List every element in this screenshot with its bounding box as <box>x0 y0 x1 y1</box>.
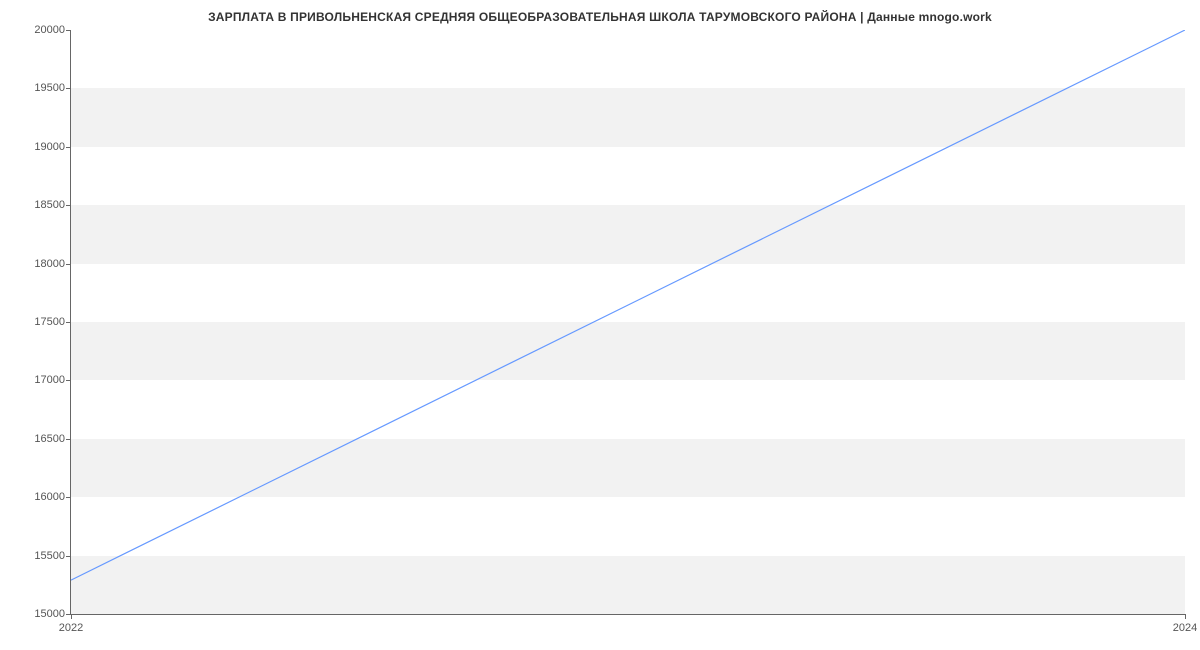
plot-bounds: 1500015500160001650017000175001800018500… <box>70 30 1185 615</box>
x-tick-mark <box>71 614 72 619</box>
y-tick-label: 16000 <box>34 491 65 503</box>
y-tick-mark <box>66 88 71 89</box>
y-tick-label: 20000 <box>34 24 65 36</box>
y-tick-mark <box>66 322 71 323</box>
y-tick-label: 17000 <box>34 374 65 386</box>
y-tick-mark <box>66 264 71 265</box>
y-tick-mark <box>66 556 71 557</box>
x-tick-label: 2024 <box>1173 622 1197 634</box>
chart-plot-area: 1500015500160001650017000175001800018500… <box>70 30 1185 615</box>
y-tick-label: 17500 <box>34 316 65 328</box>
chart-title: ЗАРПЛАТА В ПРИВОЛЬНЕНСКАЯ СРЕДНЯЯ ОБЩЕОБ… <box>0 0 1200 24</box>
line-series <box>71 30 1185 614</box>
y-tick-label: 16500 <box>34 433 65 445</box>
x-tick-label: 2022 <box>59 622 83 634</box>
y-tick-mark <box>66 439 71 440</box>
y-tick-mark <box>66 30 71 31</box>
y-tick-label: 18000 <box>34 258 65 270</box>
y-tick-mark <box>66 205 71 206</box>
y-tick-label: 18500 <box>34 199 65 211</box>
y-tick-mark <box>66 497 71 498</box>
y-tick-mark <box>66 147 71 148</box>
y-tick-label: 19000 <box>34 141 65 153</box>
y-tick-mark <box>66 380 71 381</box>
y-tick-label: 15000 <box>34 608 65 620</box>
x-tick-mark <box>1185 614 1186 619</box>
y-tick-label: 19500 <box>34 82 65 94</box>
y-tick-label: 15500 <box>34 550 65 562</box>
